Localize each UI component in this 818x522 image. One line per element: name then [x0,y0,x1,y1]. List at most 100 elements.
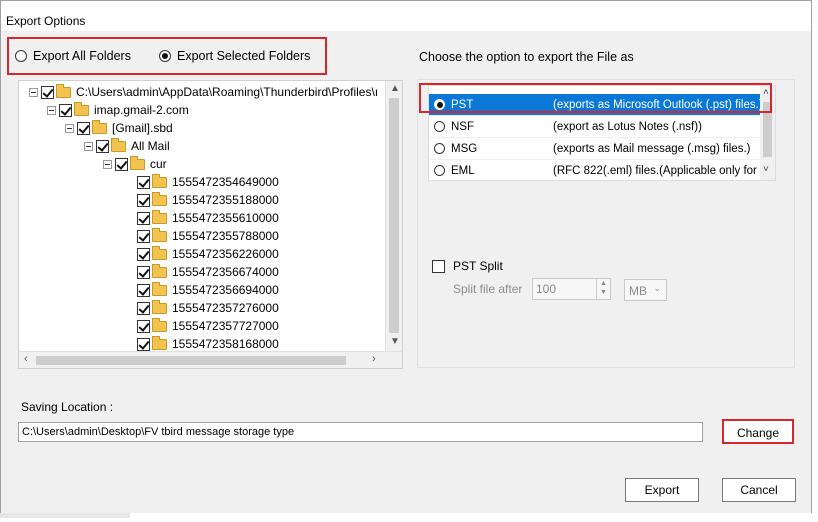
collapse-icon[interactable] [29,87,38,97]
collapse-icon[interactable] [47,105,56,115]
tree-node-label: All Mail [131,139,170,153]
folder-open-icon [56,83,71,98]
stepper-down-icon[interactable]: ▼ [597,288,610,297]
checkbox[interactable] [137,337,150,351]
tree-node-account[interactable]: imap.gmail-2.com [47,101,189,119]
folder-icon [152,335,167,350]
collapse-icon[interactable] [65,123,74,133]
tree-node-root[interactable]: C:\Users\admin\AppData\Roaming\Thunderbi… [29,83,378,101]
pst-split-checkbox[interactable]: PST Split [432,259,503,273]
tree-leaf[interactable]: 1555472357727000 [137,317,279,335]
collapse-icon[interactable] [84,141,93,151]
tree-leaf[interactable]: 1555472356674000 [137,263,279,281]
checkbox[interactable] [59,103,72,117]
split-unit-select[interactable]: MB ⌄ [624,279,667,301]
folder-icon [152,281,167,296]
export-all-folders-radio[interactable]: Export All Folders [15,49,131,63]
format-option-pst[interactable]: PST (exports as Microsoft Outlook (.pst)… [429,94,763,116]
folder-icon [152,299,167,314]
checkbox[interactable] [115,157,128,171]
scroll-down-icon[interactable]: ▼ [390,336,400,347]
tree-leaf[interactable]: 1555472355788000 [137,227,279,245]
tree-leaf-label: 1555472356674000 [172,265,279,279]
scroll-up-icon[interactable]: ▲ [390,83,400,94]
tree-leaf[interactable]: 1555472357276000 [137,299,279,317]
change-button[interactable]: Change [722,419,794,444]
tree-node-sbd[interactable]: [Gmail].sbd [65,119,173,137]
radio-icon[interactable] [434,121,445,132]
folder-icon [92,119,107,134]
scroll-left-icon[interactable]: ‹ [24,353,28,365]
export-selected-folders-label: Export Selected Folders [177,49,311,63]
chevron-down-icon: ⌄ [653,283,661,293]
checkbox[interactable] [137,193,150,207]
tree-node-label: cur [150,157,167,171]
radio-checked-icon[interactable] [434,99,445,110]
mail-account-icon [74,101,89,116]
radio-icon[interactable] [434,165,445,176]
tree-leaf-label: 1555472355610000 [172,211,279,225]
window-title: Export Options [6,14,86,28]
radio-icon[interactable] [15,50,27,62]
checkbox[interactable] [137,229,150,243]
checkbox[interactable] [137,319,150,333]
tree-leaf[interactable]: 1555472356694000 [137,281,279,299]
folder-icon [111,137,126,152]
split-size-value: 100 [536,282,557,296]
checkbox[interactable] [137,211,150,225]
folder-icon [152,227,167,242]
folder-tree[interactable]: C:\Users\admin\AppData\Roaming\Thunderbi… [18,80,403,369]
pst-split-label: PST Split [453,259,503,273]
tree-leaf[interactable]: 1555472355610000 [137,209,279,227]
scroll-thumb[interactable] [763,102,772,157]
scroll-right-icon[interactable]: › [372,353,376,365]
scroll-up-icon[interactable]: ˄ [763,87,769,98]
scroll-thumb[interactable] [389,98,399,333]
collapse-icon[interactable] [103,159,112,169]
format-desc: (exports as Microsoft Outlook (.pst) fil… [553,98,763,111]
export-selected-folders-radio[interactable]: Export Selected Folders [159,49,310,63]
format-name: NSF [451,120,474,133]
format-option-nsf[interactable]: NSF (export as Lotus Notes (.nsf)) [429,116,762,138]
checkbox[interactable] [137,301,150,315]
stepper-up-icon[interactable]: ▲ [597,279,610,288]
format-name: PST [451,98,474,111]
scroll-down-icon[interactable]: ˅ [763,164,769,175]
tree-leaf[interactable]: 1555472354649000 [137,173,279,191]
format-option-msg[interactable]: MSG (exports as Mail message (.msg) file… [429,138,762,160]
tree-horizontal-scrollbar[interactable]: ‹ › [19,351,402,368]
checkbox[interactable] [137,283,150,297]
export-all-folders-label: Export All Folders [33,49,131,63]
checkbox[interactable] [137,247,150,261]
tree-node-cur[interactable]: cur [103,155,167,173]
split-file-label: Split file after [453,282,523,296]
folder-icon [152,191,167,206]
scroll-thumb[interactable] [36,356,346,365]
tree-vertical-scrollbar[interactable]: ▲ ▼ [385,81,402,351]
checkbox[interactable] [137,265,150,279]
tree-leaf[interactable]: 1555472355188000 [137,191,279,209]
saving-path-input[interactable] [18,422,703,442]
format-option-eml[interactable]: EML (RFC 822(.eml) files.(Applicable onl… [429,160,770,180]
format-heading: Choose the option to export the File as [419,50,634,64]
export-button[interactable]: Export [625,478,699,502]
tree-leaf[interactable]: 1555472356226000 [137,245,279,263]
tree-leaf[interactable]: 1555472358168000 [137,335,279,351]
radio-checked-icon[interactable] [159,50,171,62]
tree-node-all-mail[interactable]: All Mail [84,137,170,155]
format-list[interactable]: PST (exports as Microsoft Outlook (.pst)… [428,85,776,181]
tree-leaf-label: 1555472357727000 [172,319,279,333]
checkbox[interactable] [432,259,445,273]
format-list-scrollbar[interactable]: ˄ ˅ [760,86,775,180]
checkbox[interactable] [96,139,109,153]
format-name: EML [451,164,475,177]
split-size-stepper[interactable]: 100 ▲ ▼ [532,278,611,300]
stepper-buttons[interactable]: ▲ ▼ [596,279,610,299]
checkbox[interactable] [77,121,90,135]
cancel-button[interactable]: Cancel [722,478,796,502]
radio-icon[interactable] [434,143,445,154]
checkbox[interactable] [41,85,54,99]
folder-icon [152,173,167,188]
checkbox[interactable] [137,175,150,189]
folder-icon [152,263,167,278]
